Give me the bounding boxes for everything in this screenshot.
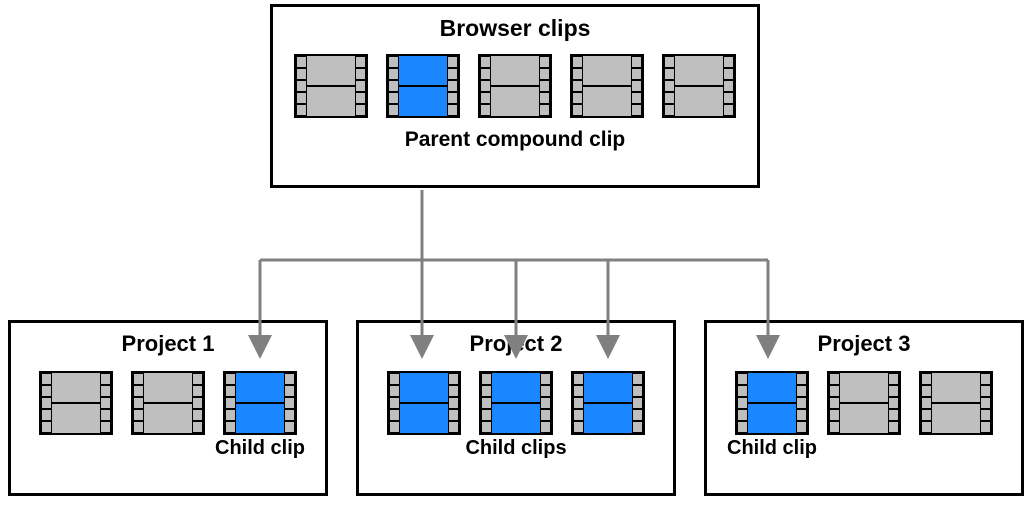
project-3-clip-row — [707, 371, 1021, 435]
filmstrip-clip-icon — [479, 371, 553, 435]
project-2-box: Project 2 Child clips — [356, 320, 676, 496]
filmstrip-clip-icon — [387, 371, 461, 435]
filmstrip-clip-icon — [386, 54, 460, 118]
project-1-sub-label: Child clip — [11, 435, 325, 460]
browser-clips-box: Browser clips Parent compound clip — [270, 4, 760, 188]
project-3-box: Project 3 Child clip — [704, 320, 1024, 496]
filmstrip-clip-icon — [662, 54, 736, 118]
filmstrip-clip-icon — [735, 371, 809, 435]
filmstrip-clip-icon — [131, 371, 205, 435]
browser-sub-label: Parent compound clip — [273, 126, 757, 152]
filmstrip-clip-icon — [223, 371, 297, 435]
filmstrip-clip-icon — [478, 54, 552, 118]
filmstrip-clip-icon — [570, 54, 644, 118]
filmstrip-clip-icon — [294, 54, 368, 118]
project-2-title: Project 2 — [359, 323, 673, 357]
project-3-title: Project 3 — [707, 323, 1021, 357]
filmstrip-clip-icon — [571, 371, 645, 435]
browser-title: Browser clips — [273, 7, 757, 42]
project-3-sub-label: Child clip — [707, 435, 1021, 460]
project-1-clip-row — [11, 371, 325, 435]
filmstrip-clip-icon — [919, 371, 993, 435]
project-2-clip-row — [359, 371, 673, 435]
project-1-title: Project 1 — [11, 323, 325, 357]
browser-clip-row — [273, 54, 757, 118]
filmstrip-clip-icon — [827, 371, 901, 435]
filmstrip-clip-icon — [39, 371, 113, 435]
project-2-sub-label: Child clips — [359, 435, 673, 460]
project-1-box: Project 1 Child clip — [8, 320, 328, 496]
